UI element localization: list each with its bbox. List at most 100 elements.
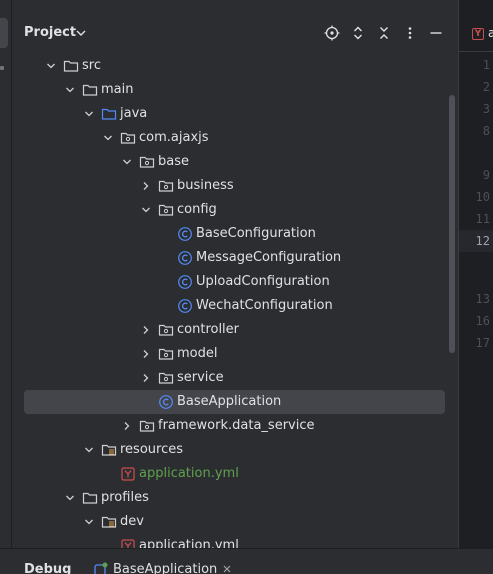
- tree-item-label: model: [177, 346, 218, 361]
- tree-item[interactable]: com.ajaxjs: [24, 126, 445, 150]
- project-tool-button[interactable]: [0, 18, 8, 48]
- class-icon: [178, 251, 192, 265]
- chevron-right-icon[interactable]: [140, 372, 152, 384]
- folder-icon: [63, 60, 79, 72]
- tree-item[interactable]: framework.data_service: [24, 414, 445, 438]
- package-icon: [158, 372, 174, 384]
- tree-item[interactable]: model: [24, 342, 445, 366]
- tree-item-label: resources: [120, 442, 184, 457]
- tree-item-label: UploadConfiguration: [196, 274, 330, 289]
- chevron-down-icon[interactable]: [64, 492, 76, 504]
- chevron-right-icon[interactable]: [140, 324, 152, 336]
- tree-item-label: controller: [177, 322, 240, 337]
- line-number: 10: [475, 190, 490, 204]
- tree-item-label: framework.data_service: [158, 418, 315, 433]
- chevron-down-icon[interactable]: [64, 84, 76, 96]
- panel-title[interactable]: Project: [24, 25, 76, 40]
- crosshair-icon[interactable]: [324, 25, 340, 41]
- tree-item[interactable]: base: [24, 150, 445, 174]
- tree-item[interactable]: service: [24, 366, 445, 390]
- tree-item-label: BaseApplication: [177, 394, 282, 409]
- chevron-right-icon[interactable]: [140, 348, 152, 360]
- class-icon: [178, 299, 192, 313]
- tree-item-label: src: [82, 58, 101, 73]
- tree-item-label: service: [177, 370, 224, 385]
- resources-folder-icon: [101, 444, 117, 456]
- package-icon: [139, 420, 155, 432]
- collapse-all-icon[interactable]: [376, 25, 392, 41]
- folder-icon: [82, 84, 98, 96]
- tool-marker: [0, 66, 4, 70]
- tree-item-label: main: [101, 82, 134, 97]
- tree-item[interactable]: profiles: [24, 486, 445, 510]
- yaml-file-icon: Y: [472, 28, 484, 40]
- tree-item[interactable]: MessageConfiguration: [24, 246, 445, 270]
- line-number: 2: [482, 80, 490, 94]
- package-icon: [120, 132, 136, 144]
- tree-item-label: business: [177, 178, 234, 193]
- tree-item[interactable]: dev: [24, 510, 445, 534]
- chevron-down-icon[interactable]: [74, 26, 88, 40]
- editor-tab[interactable]: Y a: [459, 12, 493, 52]
- run-config-icon: [94, 562, 108, 574]
- chevron-down-icon[interactable]: [121, 156, 133, 168]
- editor-tab-label: a: [488, 26, 493, 40]
- yaml-file-icon: [121, 467, 135, 481]
- left-tool-strip: [0, 0, 12, 574]
- yaml-file-icon: [121, 539, 135, 548]
- tree-item[interactable]: config: [24, 198, 445, 222]
- tree-item-label: dev: [120, 514, 144, 529]
- close-icon[interactable]: [222, 564, 232, 574]
- tree-item-label: com.ajaxjs: [139, 130, 209, 145]
- package-icon: [158, 348, 174, 360]
- class-icon: [159, 395, 173, 409]
- line-number: 17: [475, 336, 490, 350]
- tree-item[interactable]: main: [24, 78, 445, 102]
- tree-item[interactable]: application.yml: [24, 462, 445, 486]
- package-icon: [158, 324, 174, 336]
- tree-item-label: profiles: [101, 490, 149, 505]
- tree-item-label: java: [120, 106, 148, 121]
- package-icon: [158, 204, 174, 216]
- tree-item[interactable]: src: [24, 54, 445, 78]
- tree-item-label: application.yml: [139, 538, 239, 548]
- chevron-down-icon[interactable]: [102, 132, 114, 144]
- chevron-down-icon[interactable]: [140, 204, 152, 216]
- project-panel-header: Project: [12, 12, 458, 54]
- tree-item[interactable]: UploadConfiguration: [24, 270, 445, 294]
- tree-item-label: MessageConfiguration: [196, 250, 342, 265]
- minimize-icon[interactable]: [428, 25, 444, 41]
- project-panel: Project src main java com.ajaxjs base busines…: [12, 0, 458, 548]
- tree-item[interactable]: BaseApplication: [24, 390, 445, 414]
- tree-item-label: WechatConfiguration: [196, 298, 333, 313]
- debug-session-tab[interactable]: BaseApplication: [113, 562, 217, 574]
- chevron-down-icon[interactable]: [83, 108, 95, 120]
- tree-item[interactable]: controller: [24, 318, 445, 342]
- package-icon: [139, 156, 155, 168]
- class-icon: [178, 227, 192, 241]
- tree-item-label: config: [177, 202, 217, 217]
- debug-title[interactable]: Debug: [24, 562, 71, 574]
- chevron-right-icon[interactable]: [140, 180, 152, 192]
- tree-item[interactable]: resources: [24, 438, 445, 462]
- more-vertical-icon[interactable]: [402, 25, 418, 41]
- chevron-right-icon[interactable]: [121, 420, 133, 432]
- line-number: 12: [475, 234, 490, 248]
- tree-item[interactable]: application.yml: [24, 534, 445, 548]
- class-icon: [178, 275, 192, 289]
- tree-item[interactable]: BaseConfiguration: [24, 222, 445, 246]
- line-number: 13: [475, 292, 490, 306]
- chevron-down-icon[interactable]: [83, 516, 95, 528]
- line-number: 8: [482, 124, 490, 138]
- scrollbar-thumb[interactable]: [449, 95, 455, 353]
- tree-item[interactable]: WechatConfiguration: [24, 294, 445, 318]
- line-number: 16: [475, 314, 490, 328]
- line-number: 11: [475, 212, 490, 226]
- line-number: 3: [482, 102, 490, 116]
- chevron-down-icon[interactable]: [83, 444, 95, 456]
- expand-collapse-icon[interactable]: [350, 25, 366, 41]
- chevron-down-icon[interactable]: [45, 60, 57, 72]
- tree-item[interactable]: business: [24, 174, 445, 198]
- tree-item[interactable]: java: [24, 102, 445, 126]
- resources-folder-icon: [101, 516, 117, 528]
